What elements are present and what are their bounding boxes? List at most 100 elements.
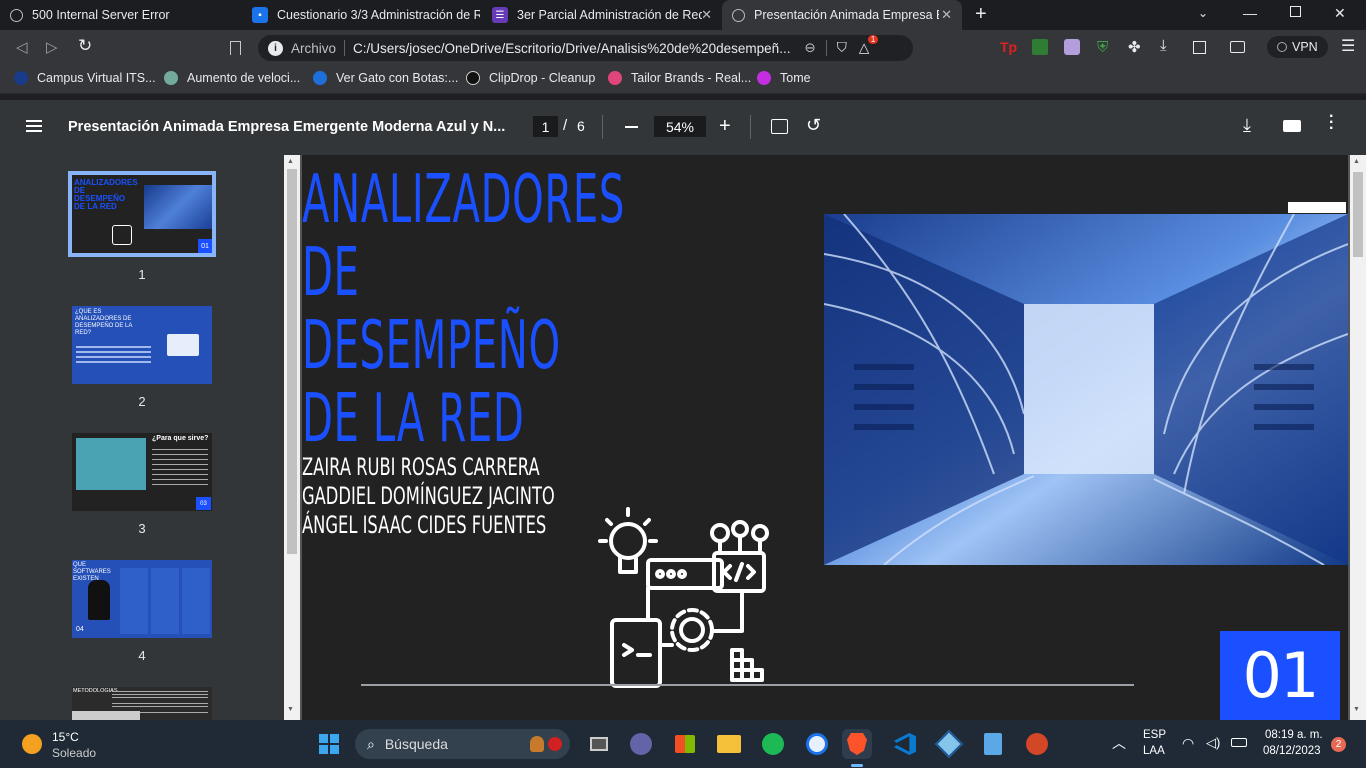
clock-date[interactable]: 08/12/2023 bbox=[1263, 745, 1321, 757]
scroll-down-icon[interactable]: ▼ bbox=[1353, 706, 1360, 713]
teams-meet-icon[interactable] bbox=[626, 729, 656, 759]
language-primary[interactable]: ESP bbox=[1143, 729, 1166, 741]
edge-icon bbox=[313, 71, 327, 85]
sidebar-toggle-icon[interactable] bbox=[1193, 41, 1206, 54]
info-icon[interactable]: i bbox=[268, 40, 283, 56]
tab-presentacion[interactable]: Presentación Animada Empresa E ✕ bbox=[722, 0, 962, 30]
hamburger-menu-icon[interactable] bbox=[26, 120, 42, 122]
microsoft-store-icon[interactable] bbox=[670, 729, 700, 759]
chatgpt-icon bbox=[164, 71, 178, 85]
scrollbar-thumb[interactable] bbox=[1353, 172, 1363, 257]
download-icon[interactable]: ⤓ bbox=[1160, 37, 1167, 54]
scroll-up-icon[interactable]: ▲ bbox=[287, 158, 294, 165]
extensions-puzzle-icon[interactable]: ✤ bbox=[1128, 38, 1141, 56]
close-icon[interactable]: ✕ bbox=[941, 7, 952, 23]
brave-shields-icon[interactable]: ⛉ bbox=[837, 40, 847, 56]
windows-start-icon[interactable] bbox=[314, 729, 344, 759]
bookmark-item[interactable]: Tailor Brands - Real... bbox=[608, 71, 751, 85]
back-icon[interactable]: ◁ bbox=[16, 38, 28, 56]
thumbnail-page-5[interactable]: METODOLOGIAS bbox=[72, 687, 212, 720]
bookmark-item[interactable]: Ver Gato con Botas:... bbox=[313, 71, 458, 85]
url-bar[interactable]: i Archivo C:/Users/josec/OneDrive/Escrit… bbox=[258, 35, 913, 61]
brave-browser-icon[interactable] bbox=[842, 729, 872, 759]
tab-3er-parcial[interactable]: ☰ 3er Parcial Administración de Red ✕ bbox=[482, 0, 722, 30]
pdf-viewer[interactable]: ANALIZADORES DE DESEMPEÑO DE LA RED ZAIR… bbox=[300, 155, 1350, 720]
bookmark-icon[interactable] bbox=[230, 41, 241, 55]
powerpoint-icon[interactable] bbox=[1022, 729, 1052, 759]
zoom-input[interactable]: 54% bbox=[654, 116, 706, 137]
thumbnail-page-2[interactable]: ¿QUE ES ANALIZADORES DE DESEMPEÑO DE LA … bbox=[72, 306, 212, 384]
bookmark-label: ClipDrop - Cleanup bbox=[489, 71, 596, 85]
thumbnail-page-1[interactable]: ANALIZADORES DE DESEMPEÑO DE LA RED 01 bbox=[68, 171, 216, 257]
slide-page-1: ANALIZADORES DE DESEMPEÑO DE LA RED ZAIR… bbox=[302, 155, 1348, 720]
taskbar-search[interactable]: ⌕ Búsqueda bbox=[355, 729, 570, 759]
thumbnail-page-4[interactable]: QUE SOFTWARES EXISTEN 04 bbox=[72, 560, 212, 638]
extension-excel-icon[interactable] bbox=[1032, 39, 1048, 55]
notification-badge[interactable]: 2 bbox=[1331, 737, 1346, 752]
forward-icon[interactable]: ▷ bbox=[46, 38, 58, 56]
bookmark-label: Tome bbox=[780, 71, 811, 85]
notepad-icon[interactable] bbox=[978, 729, 1008, 759]
scroll-up-icon[interactable]: ▲ bbox=[1353, 158, 1360, 165]
technology-icon bbox=[592, 505, 782, 690]
server-room-image bbox=[824, 214, 1348, 565]
bookmark-item[interactable]: ClipDrop - Cleanup bbox=[466, 71, 595, 85]
virtualbox-icon[interactable] bbox=[934, 729, 964, 759]
url-text[interactable]: C:/Users/josec/OneDrive/Escritorio/Drive… bbox=[353, 41, 790, 56]
thumbnail-page-3[interactable]: ¿Para que sirve? 03 bbox=[72, 433, 212, 511]
campus-icon bbox=[14, 71, 28, 85]
file-label: Archivo bbox=[291, 40, 337, 56]
more-options-icon[interactable]: · · · bbox=[1329, 109, 1334, 137]
print-icon[interactable] bbox=[1283, 120, 1301, 132]
thumbnail-number: 3 bbox=[138, 521, 146, 536]
zoom-in-icon[interactable]: + bbox=[719, 115, 731, 138]
task-view-icon[interactable] bbox=[584, 729, 614, 759]
minimize-button[interactable]: — bbox=[1243, 5, 1257, 21]
show-hidden-icons-chevron[interactable]: ︿ bbox=[1112, 733, 1126, 753]
volume-icon[interactable]: ◁) bbox=[1206, 735, 1220, 751]
extension-cat-icon[interactable] bbox=[1064, 39, 1080, 55]
weather-temp[interactable]: 15°C bbox=[52, 730, 79, 744]
scroll-down-icon[interactable]: ▼ bbox=[287, 706, 294, 713]
zoom-search-icon[interactable]: ⊖ bbox=[804, 40, 815, 56]
battery-icon[interactable] bbox=[1231, 738, 1247, 747]
rotate-icon[interactable]: ↺ bbox=[806, 115, 821, 136]
vpn-dot-icon bbox=[1277, 42, 1287, 52]
app-icon[interactable] bbox=[802, 729, 832, 759]
search-placeholder: Búsqueda bbox=[384, 736, 448, 752]
thumb-text-lines bbox=[76, 346, 151, 348]
reload-icon[interactable]: ↻ bbox=[78, 36, 92, 56]
tab-500-error[interactable]: 500 Internal Server Error bbox=[0, 0, 240, 30]
wifi-icon[interactable]: ◠ bbox=[1182, 735, 1194, 752]
clock-time[interactable]: 08:19 a. m. bbox=[1265, 729, 1323, 741]
search-icon: ⌕ bbox=[367, 735, 375, 752]
page-number-input[interactable]: 1 bbox=[533, 116, 558, 137]
bookmark-item[interactable]: Campus Virtual ITS... bbox=[14, 71, 156, 85]
sidebar-scrollbar[interactable]: ▲ ▼ bbox=[284, 155, 300, 720]
fit-page-icon[interactable] bbox=[771, 119, 788, 134]
menu-icon[interactable]: ☰ bbox=[1341, 36, 1355, 56]
extension-shield-icon[interactable]: ⛨ bbox=[1097, 39, 1108, 56]
viewer-scrollbar[interactable]: ▲ ▼ bbox=[1350, 155, 1366, 720]
tab-search-icon[interactable]: ⌄ bbox=[1198, 6, 1208, 20]
scrollbar-thumb[interactable] bbox=[287, 169, 297, 554]
bookmark-item[interactable]: Aumento de veloci... bbox=[164, 71, 300, 85]
brave-rewards-icon[interactable]: △ 1 bbox=[859, 35, 879, 56]
zoom-out-icon[interactable] bbox=[625, 126, 638, 128]
maximize-button[interactable] bbox=[1290, 6, 1301, 17]
windows-taskbar: 15°C Soleado ⌕ Búsqueda ︿ ESP LAA ◠ ◁) 0… bbox=[0, 720, 1366, 768]
vscode-icon[interactable] bbox=[890, 729, 920, 759]
close-icon[interactable]: ✕ bbox=[701, 7, 712, 23]
spotify-icon[interactable] bbox=[758, 729, 788, 759]
tab-cuestionario[interactable]: ▪ Cuestionario 3/3 Administración de Re bbox=[242, 0, 480, 30]
file-explorer-icon[interactable] bbox=[714, 729, 744, 759]
bookmark-item[interactable]: Tome bbox=[757, 71, 811, 85]
language-secondary[interactable]: LAA bbox=[1143, 745, 1165, 757]
sun-weather-icon[interactable] bbox=[22, 734, 42, 754]
download-pdf-icon[interactable]: ⤓ bbox=[1243, 115, 1251, 136]
new-tab-button[interactable]: + bbox=[975, 3, 987, 26]
wallet-icon[interactable] bbox=[1230, 41, 1245, 53]
extension-tp-icon[interactable]: Tp bbox=[1000, 39, 1017, 55]
vpn-button[interactable]: VPN bbox=[1267, 36, 1328, 58]
close-window-button[interactable]: ✕ bbox=[1334, 5, 1346, 22]
